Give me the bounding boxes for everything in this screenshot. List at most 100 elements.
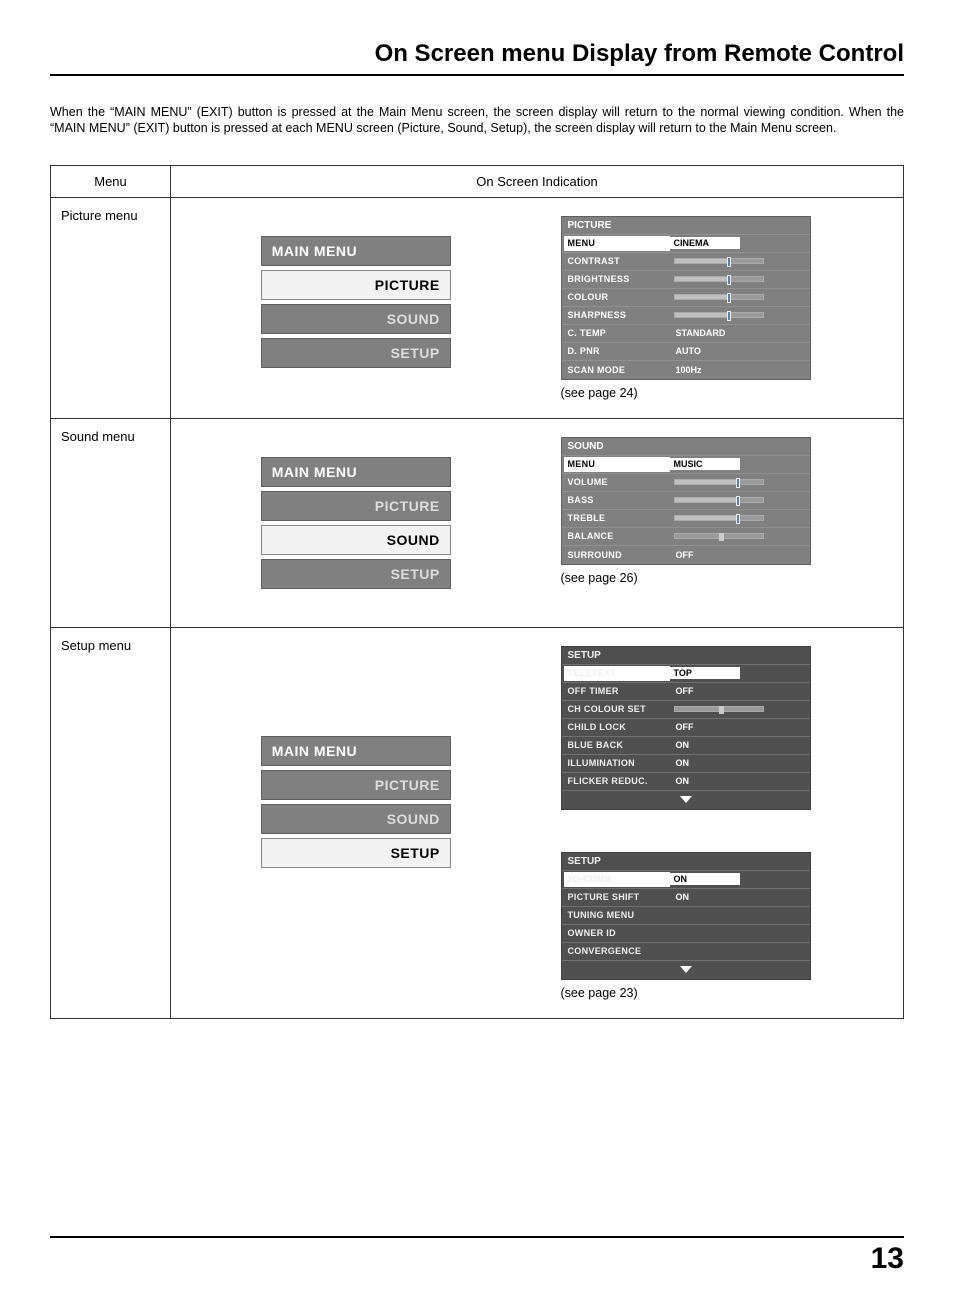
panel-row: CONVERGENCE bbox=[562, 943, 810, 961]
panel-row-label: TELETEXT bbox=[564, 666, 670, 681]
panel-picture: PICTUREMENUCINEMA CONTRAST BRIGHTNESS COLOU… bbox=[551, 216, 894, 380]
panel-row: BLUE BACKON bbox=[562, 737, 810, 755]
header-menu: Menu bbox=[51, 165, 171, 197]
panel-row-value: ON bbox=[672, 773, 810, 790]
menu-table: Menu On Screen Indication Picture menu M… bbox=[50, 165, 904, 1019]
panel-row-label: CHILD LOCK bbox=[562, 722, 672, 732]
row-label-setup: Setup menu bbox=[51, 627, 171, 1018]
panel-row-value bbox=[672, 925, 810, 942]
scroll-down-icon bbox=[562, 961, 810, 979]
panel-row-value: OFF bbox=[672, 683, 810, 700]
panel-row-value: ON bbox=[672, 889, 810, 906]
panel-row-label: FLICKER REDUC. bbox=[562, 776, 672, 786]
mm-title: MAIN MENU bbox=[261, 457, 451, 487]
panel-row-value bbox=[672, 289, 810, 306]
panel-row-value bbox=[672, 271, 810, 288]
panel-row: PICTURE SHIFTON bbox=[562, 889, 810, 907]
panel-setup-1: SETUPTELETEXTTOPOFF TIMEROFFCH COLOUR SE… bbox=[551, 646, 894, 810]
see-page-sound: (see page 26) bbox=[561, 571, 894, 585]
panel-row: C. TEMPSTANDARD bbox=[562, 325, 810, 343]
panel-row: CHILD LOCKOFF bbox=[562, 719, 810, 737]
panel-row-value bbox=[672, 528, 810, 545]
panel-row-label: SCAN MODE bbox=[562, 365, 672, 375]
panel-setup-2: SETUP3D-COMBONPICTURE SHIFTONTUNING MENU… bbox=[551, 852, 894, 980]
panel-row-value bbox=[672, 510, 810, 527]
see-page-picture: (see page 24) bbox=[561, 386, 894, 400]
panel-row-label: CH COLOUR SET bbox=[562, 704, 672, 714]
panel-row: SCAN MODE100Hz bbox=[562, 361, 810, 379]
panel-row: TELETEXTTOP bbox=[562, 665, 810, 683]
row-label-picture: Picture menu bbox=[51, 197, 171, 418]
panel-row-label: CONVERGENCE bbox=[562, 946, 672, 956]
mm-item-setup: SETUP bbox=[261, 838, 451, 868]
panel-row-value: ON bbox=[670, 871, 810, 888]
panel-row: OFF TIMEROFF bbox=[562, 683, 810, 701]
panel-row-label: COLOUR bbox=[562, 292, 672, 302]
panel-row-value: ON bbox=[672, 755, 810, 772]
intro-text: When the “MAIN MENU” (EXIT) button is pr… bbox=[50, 104, 904, 137]
panel-row: TUNING MENU bbox=[562, 907, 810, 925]
panel-row: CONTRAST bbox=[562, 253, 810, 271]
panel-row-value bbox=[672, 943, 810, 960]
mm-item-sound: SOUND bbox=[261, 525, 451, 555]
panel-row: TREBLE bbox=[562, 510, 810, 528]
panel-row: D. PNRAUTO bbox=[562, 343, 810, 361]
scroll-down-icon bbox=[562, 791, 810, 809]
panel-title: SETUP bbox=[562, 853, 810, 871]
panel-row-label: MENU bbox=[564, 236, 670, 251]
panel-row: CH COLOUR SET bbox=[562, 701, 810, 719]
panel-row: VOLUME bbox=[562, 474, 810, 492]
panel-row-label: BALANCE bbox=[562, 531, 672, 541]
panel-row-value bbox=[672, 253, 810, 270]
panel-row-value bbox=[672, 492, 810, 509]
row-label-sound: Sound menu bbox=[51, 418, 171, 627]
panel-row-label: SHARPNESS bbox=[562, 310, 672, 320]
panel-row-label: BLUE BACK bbox=[562, 740, 672, 750]
mm-item-picture: PICTURE bbox=[261, 270, 451, 300]
page-title: On Screen menu Display from Remote Contr… bbox=[50, 40, 904, 76]
panel-row-value: TOP bbox=[670, 665, 810, 682]
mm-item-setup: SETUP bbox=[261, 559, 451, 589]
main-menu-sound: MAIN MENU PICTURE SOUND SETUP bbox=[261, 457, 451, 589]
panel-row-value: 100Hz bbox=[672, 361, 810, 379]
mm-item-picture: PICTURE bbox=[261, 770, 451, 800]
main-menu-picture: MAIN MENU PICTURE SOUND SETUP bbox=[261, 236, 451, 368]
panel-row-value: AUTO bbox=[672, 343, 810, 360]
panel-row: OWNER ID bbox=[562, 925, 810, 943]
panel-row: COLOUR bbox=[562, 289, 810, 307]
mm-item-sound: SOUND bbox=[261, 804, 451, 834]
panel-sound: SOUNDMENUMUSICVOLUMEBASSTREBLEBALANCESUR… bbox=[551, 437, 894, 565]
mm-item-setup: SETUP bbox=[261, 338, 451, 368]
panel-row-label: BASS bbox=[562, 495, 672, 505]
panel-row-value: ON bbox=[672, 737, 810, 754]
mm-item-sound: SOUND bbox=[261, 304, 451, 334]
mm-title: MAIN MENU bbox=[261, 736, 451, 766]
panel-row-value: CINEMA bbox=[670, 235, 810, 252]
panel-row-label: ILLUMINATION bbox=[562, 758, 672, 768]
panel-row-label: VOLUME bbox=[562, 477, 672, 487]
panel-row-label: OFF TIMER bbox=[562, 686, 672, 696]
panel-row-label: TUNING MENU bbox=[562, 910, 672, 920]
panel-title: PICTURE bbox=[562, 217, 810, 235]
panel-row-value: OFF bbox=[672, 719, 810, 736]
panel-row-value bbox=[672, 307, 810, 324]
panel-row: FLICKER REDUC.ON bbox=[562, 773, 810, 791]
see-page-setup: (see page 23) bbox=[561, 986, 894, 1000]
main-menu-setup: MAIN MENU PICTURE SOUND SETUP bbox=[261, 736, 451, 868]
panel-row: SURROUNDOFF bbox=[562, 546, 810, 564]
page-number: 13 bbox=[50, 1236, 904, 1276]
panel-row-value: MUSIC bbox=[670, 456, 810, 473]
panel-row: MENUMUSIC bbox=[562, 456, 810, 474]
mm-item-picture: PICTURE bbox=[261, 491, 451, 521]
panel-row-value bbox=[672, 701, 810, 718]
panel-row-label: CONTRAST bbox=[562, 256, 672, 266]
panel-row: BRIGHTNESS bbox=[562, 271, 810, 289]
panel-row-label: C. TEMP bbox=[562, 328, 672, 338]
panel-row: BASS bbox=[562, 492, 810, 510]
panel-row-label: D. PNR bbox=[562, 346, 672, 356]
panel-row-label: PICTURE SHIFT bbox=[562, 892, 672, 902]
panel-row-label: SURROUND bbox=[562, 550, 672, 560]
panel-row-label: MENU bbox=[564, 457, 670, 472]
panel-row-label: BRIGHTNESS bbox=[562, 274, 672, 284]
panel-row-label: OWNER ID bbox=[562, 928, 672, 938]
